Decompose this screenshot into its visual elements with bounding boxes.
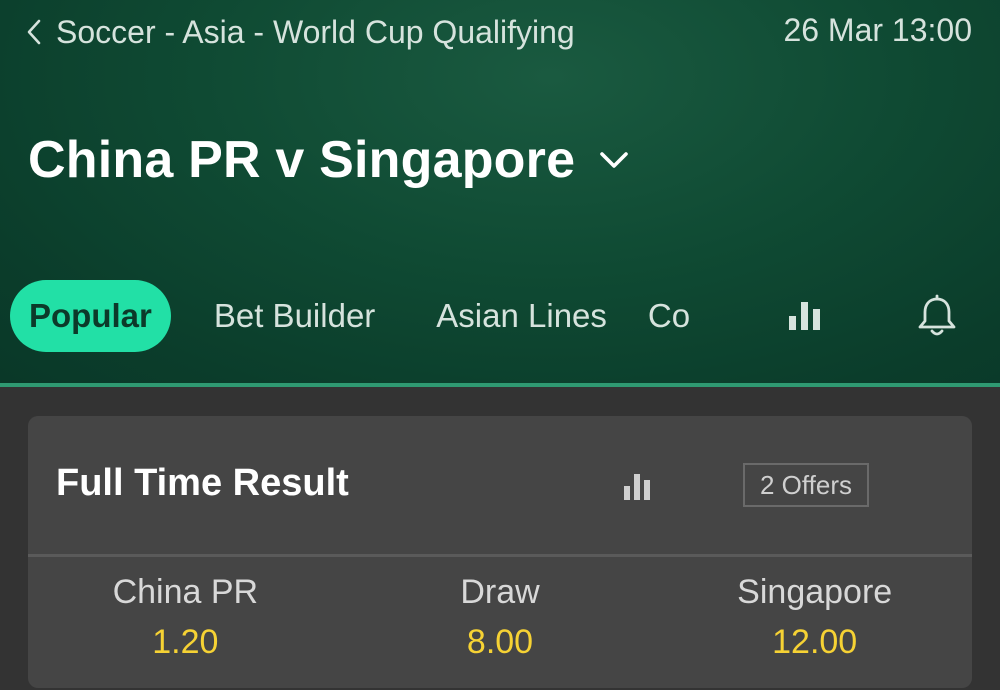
outcome-price: 12.00 bbox=[772, 623, 858, 661]
tab-bet-builder[interactable]: Bet Builder bbox=[195, 280, 394, 352]
tab-popular[interactable]: Popular bbox=[10, 280, 171, 352]
outcome-name: Singapore bbox=[737, 573, 893, 611]
bar-chart-icon[interactable] bbox=[622, 472, 654, 502]
outcome-row: China PR 1.20 Draw 8.00 Singapore 12.00 bbox=[28, 557, 972, 688]
chevron-down-icon[interactable] bbox=[597, 143, 631, 177]
outcome-name: China PR bbox=[112, 573, 259, 611]
outcome-price: 8.00 bbox=[466, 623, 534, 661]
breadcrumb[interactable]: Soccer - Asia - World Cup Qualifying bbox=[26, 12, 575, 52]
market-card-full-time-result: Full Time Result 2 Offers China PR 1.20 … bbox=[28, 416, 972, 688]
match-datetime: 26 Mar 13:00 bbox=[783, 12, 972, 48]
market-tabs: Popular Bet Builder Asian Lines Corners bbox=[10, 280, 692, 352]
match-selector[interactable]: China PR v Singapore bbox=[28, 130, 631, 190]
outcome-price: 1.20 bbox=[152, 623, 219, 661]
header-divider bbox=[0, 383, 1000, 387]
tab-corners[interactable]: Corners bbox=[626, 280, 692, 352]
breadcrumb-label[interactable]: Soccer - Asia - World Cup Qualifying bbox=[56, 14, 575, 51]
offers-badge[interactable]: 2 Offers bbox=[743, 463, 869, 507]
chevron-left-icon[interactable] bbox=[26, 12, 52, 52]
outcome-away[interactable]: Singapore 12.00 bbox=[657, 557, 972, 688]
market-title: Full Time Result bbox=[56, 462, 349, 504]
bar-chart-icon[interactable] bbox=[786, 296, 826, 336]
outcome-name: Draw bbox=[460, 573, 540, 611]
outcome-draw[interactable]: Draw 8.00 bbox=[343, 557, 658, 688]
tab-asian-lines[interactable]: Asian Lines bbox=[417, 280, 626, 352]
page-title: China PR v Singapore bbox=[28, 131, 576, 189]
bell-icon[interactable] bbox=[914, 293, 960, 339]
market-header[interactable]: Full Time Result 2 Offers bbox=[28, 416, 972, 554]
match-header: Soccer - Asia - World Cup Qualifying 26 … bbox=[0, 0, 1000, 383]
outcome-home[interactable]: China PR 1.20 bbox=[28, 557, 343, 688]
